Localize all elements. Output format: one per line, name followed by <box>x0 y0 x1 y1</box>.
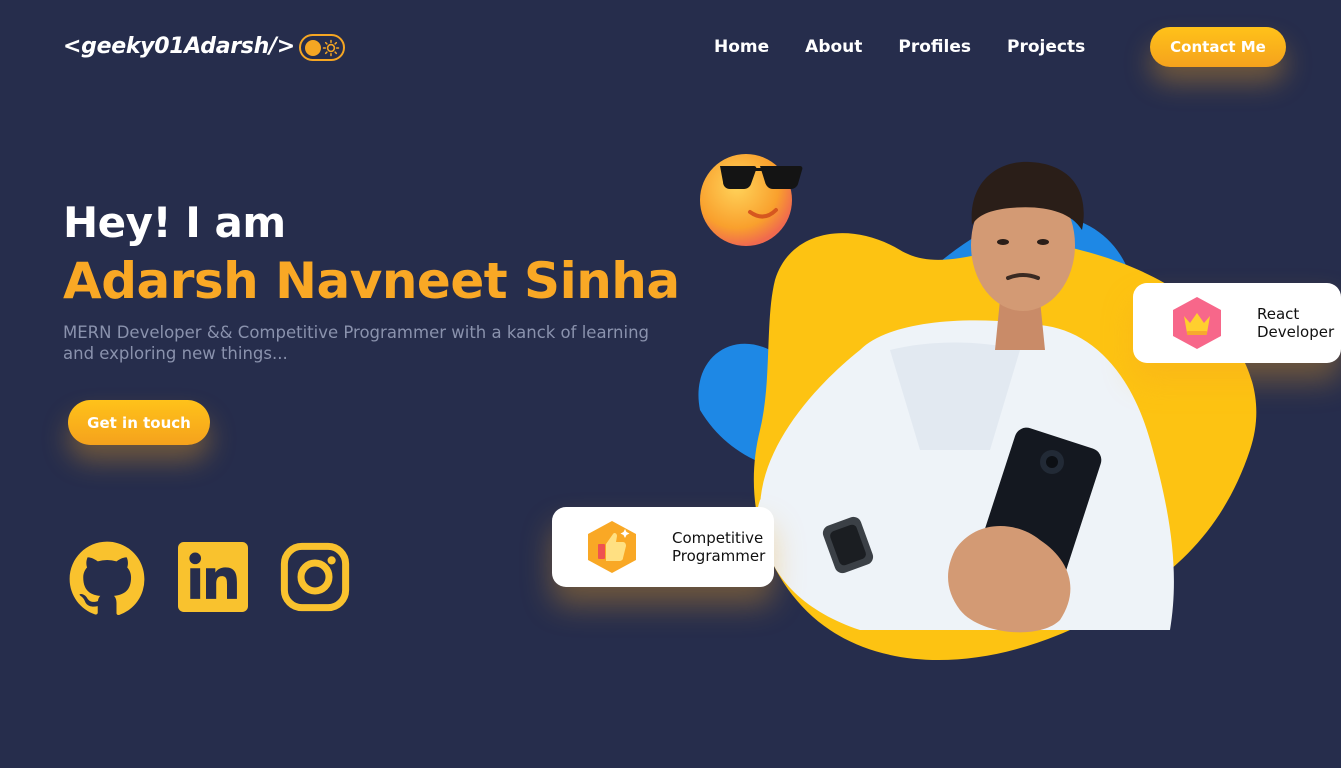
get-in-touch-button[interactable]: Get in touch <box>68 400 210 445</box>
linkedin-link[interactable] <box>178 542 248 616</box>
theme-toggle[interactable] <box>299 34 345 61</box>
linkedin-icon <box>178 542 248 612</box>
cp-badge-line2: Programmer <box>672 547 766 565</box>
hero-name: Adarsh Navneet Sinha <box>63 252 680 310</box>
react-badge-line1: React <box>1257 305 1300 323</box>
nav-projects[interactable]: Projects <box>1007 37 1085 57</box>
nav-about[interactable]: About <box>805 37 862 57</box>
contact-me-button[interactable]: Contact Me <box>1150 27 1286 67</box>
cp-badge-text: Competitive Programmer <box>672 529 765 565</box>
hero-greeting: Hey! I am <box>63 198 286 247</box>
react-developer-badge: React Developer <box>1133 283 1341 363</box>
nav-home[interactable]: Home <box>714 37 769 57</box>
github-link[interactable] <box>68 540 146 622</box>
nav-profiles[interactable]: Profiles <box>898 37 971 57</box>
react-badge-line2: Developer <box>1257 323 1335 341</box>
instagram-icon <box>280 542 350 612</box>
toggle-knob <box>305 40 321 56</box>
competitive-programmer-badge: Competitive Programmer <box>552 507 774 587</box>
main-nav: Home About Profiles Projects <box>714 37 1121 57</box>
cp-badge-line1: Competitive <box>672 529 764 547</box>
sun-icon <box>322 39 340 57</box>
github-icon <box>69 541 145 616</box>
crown-icon <box>1173 297 1221 349</box>
profile-photo <box>756 161 1174 633</box>
react-badge-text: React Developer <box>1257 305 1334 341</box>
site-logo[interactable]: <geeky01Adarsh/> <box>63 34 295 59</box>
hero-tagline: MERN Developer && Competitive Programmer… <box>63 323 650 363</box>
thumbs-up-icon <box>588 521 636 573</box>
page: <geeky01Adarsh/> Home About Profiles Pro… <box>0 0 1341 768</box>
instagram-link[interactable] <box>280 542 350 616</box>
